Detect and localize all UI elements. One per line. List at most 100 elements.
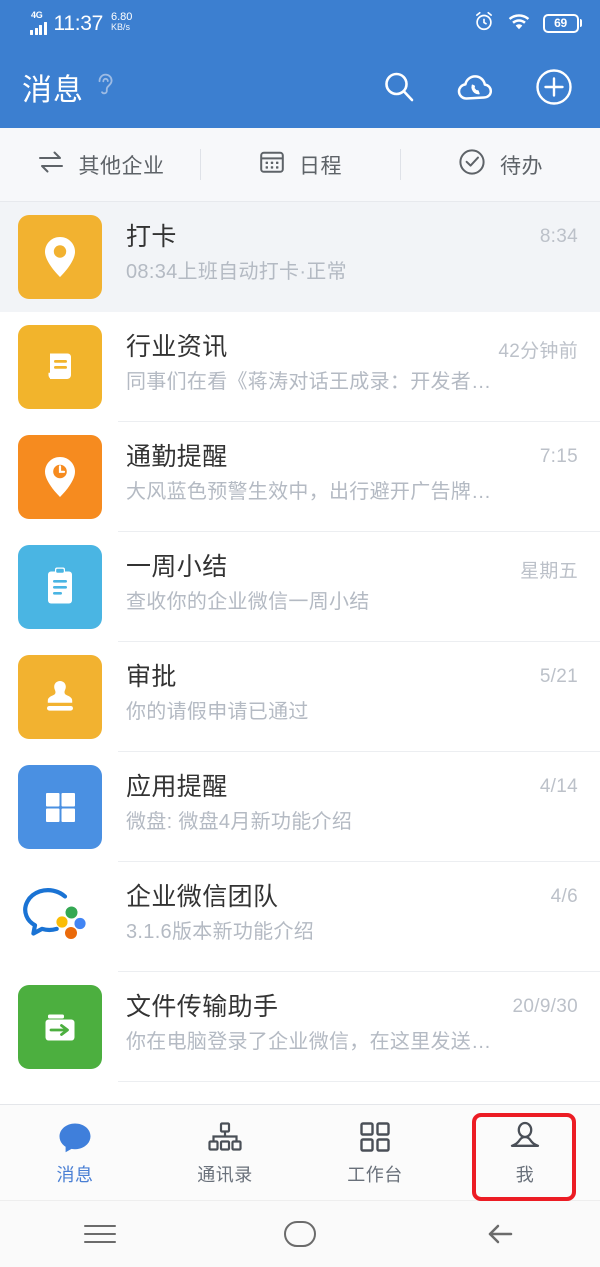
tab-contacts[interactable]: 通讯录	[150, 1105, 300, 1200]
message-subtitle: 3.1.6版本新功能介绍	[126, 921, 315, 943]
tab-me[interactable]: 我	[450, 1105, 600, 1200]
message-subtitle: 查收你的企业微信一周小结	[126, 591, 370, 613]
message-title: 应用提醒	[126, 773, 228, 801]
message-text-group: 一周小结 查收你的企业微信一周小结	[102, 532, 520, 614]
header-actions	[380, 67, 574, 107]
network-speed-value: 6.80	[111, 11, 133, 23]
tab-label: 我	[515, 1165, 535, 1185]
message-text-group: 企业微信团队 3.1.6版本新功能介绍	[102, 862, 551, 944]
tab-label: 工作台	[347, 1165, 403, 1185]
message-subtitle: 大风蓝色预警生效中，出行避开广告牌…	[126, 481, 492, 503]
message-title: 审批	[126, 663, 177, 691]
message-title: 企业微信团队	[126, 883, 279, 911]
phone-screen: 4G 11:37 6.80 KB/s 69 消息 其他企业 日程 待办 打卡 0…	[0, 0, 600, 1267]
tab-workbench[interactable]: 工作台	[300, 1105, 450, 1200]
quick-tab-todo[interactable]: 待办	[400, 128, 600, 201]
message-subtitle: 08:34上班自动打卡·正常	[126, 261, 347, 283]
tab-label: 通讯录	[197, 1165, 253, 1185]
status-bar-left: 4G 11:37 6.80 KB/s	[30, 11, 132, 35]
bottom-tab-bar: 消息 通讯录 工作台 我	[0, 1104, 600, 1201]
message-title: 行业资讯	[126, 333, 228, 361]
message-subtitle: 微盘: 微盘4月新功能介绍	[126, 811, 353, 833]
status-bar: 4G 11:37 6.80 KB/s 69	[0, 0, 600, 46]
battery-level-label: 69	[542, 13, 579, 33]
app-header: 消息	[0, 46, 600, 128]
network-speed-unit: KB/s	[111, 22, 131, 32]
message-timestamp: 4/14	[539, 776, 578, 797]
message-timestamp: 4/6	[550, 886, 578, 907]
message-row-industry-news[interactable]: 行业资讯 同事们在看《蒋涛对话王成录：开发者… 42分钟前	[0, 312, 600, 422]
message-title: 通勤提醒	[126, 443, 228, 471]
home-pill-shape	[284, 1221, 316, 1247]
message-row-wecom-team[interactable]: 企业微信团队 3.1.6版本新功能介绍 4/6	[0, 862, 600, 972]
status-bar-clock: 11:37	[53, 11, 104, 35]
message-title: 文件传输助手	[126, 993, 279, 1021]
person-icon	[507, 1118, 543, 1154]
stamp-icon	[18, 655, 102, 739]
chat-bubble-icon	[57, 1118, 93, 1154]
quick-tab-schedule[interactable]: 日程	[200, 128, 400, 201]
message-row-app-reminder[interactable]: 应用提醒 微盘: 微盘4月新功能介绍 4/14	[0, 752, 600, 862]
cloud-call-icon[interactable]	[455, 68, 497, 106]
status-bar-right: 69	[473, 10, 582, 37]
hamburger-lines	[84, 1224, 116, 1244]
message-text-group: 应用提醒 微盘: 微盘4月新功能介绍	[102, 752, 540, 834]
check-circle-icon	[457, 147, 487, 182]
clipboard-icon	[18, 545, 102, 629]
message-text-group: 行业资讯 同事们在看《蒋涛对话王成录：开发者…	[102, 312, 498, 394]
message-subtitle: 同事们在看《蒋涛对话王成录：开发者…	[126, 371, 492, 393]
message-text-group: 打卡 08:34上班自动打卡·正常	[102, 202, 540, 284]
message-text-group: 审批 你的请假申请已通过	[102, 642, 540, 724]
message-row-approval[interactable]: 审批 你的请假申请已通过 5/21	[0, 642, 600, 752]
tab-label: 消息	[56, 1165, 94, 1185]
android-navigation-bar	[0, 1200, 600, 1267]
cellular-signal-icon: 4G	[30, 11, 47, 35]
switch-arrows-icon	[36, 149, 66, 180]
battery-indicator: 69	[542, 13, 582, 33]
quick-tab-label: 其他企业	[78, 154, 165, 178]
wifi-icon	[507, 11, 531, 36]
message-row-weekly-summary[interactable]: 一周小结 查收你的企业微信一周小结 星期五	[0, 532, 600, 642]
message-timestamp: 42分钟前	[498, 341, 578, 362]
message-list: 打卡 08:34上班自动打卡·正常 8:34 行业资讯 同事们在看《蒋涛对话王成…	[0, 202, 600, 1104]
file-transfer-folder-icon	[18, 985, 102, 1069]
message-title: 一周小结	[126, 553, 228, 581]
signal-bars-icon	[30, 22, 47, 35]
message-subtitle: 你在电脑登录了企业微信，在这里发送…	[126, 1031, 492, 1053]
quick-tab-label: 日程	[299, 154, 342, 178]
plus-circle-icon[interactable]	[534, 67, 574, 107]
row-separator	[118, 1081, 600, 1082]
message-row-checkin[interactable]: 打卡 08:34上班自动打卡·正常 8:34	[0, 202, 600, 312]
message-title: 打卡	[126, 223, 177, 251]
ear-icon	[94, 72, 116, 103]
message-row-file-transfer[interactable]: 文件传输助手 你在电脑登录了企业微信，在这里发送… 20/9/30	[0, 972, 600, 1082]
message-timestamp: 20/9/30	[512, 996, 578, 1017]
message-timestamp: 5/21	[539, 666, 578, 687]
quick-tab-other-enterprise[interactable]: 其他企业	[0, 128, 200, 201]
quick-access-tabs: 其他企业 日程 待办	[0, 128, 600, 202]
search-icon[interactable]	[380, 68, 418, 106]
header-title-group: 消息	[22, 65, 116, 109]
network-speed: 6.80 KB/s	[111, 11, 133, 33]
network-type-label: 4G	[31, 10, 43, 20]
message-timestamp: 星期五	[520, 561, 578, 582]
quick-tab-label: 待办	[500, 154, 543, 178]
grid-apps-icon	[18, 765, 102, 849]
message-text-group: 文件传输助手 你在电脑登录了企业微信，在这里发送…	[102, 972, 513, 1054]
message-row-commute-reminder[interactable]: 通勤提醒 大风蓝色预警生效中，出行避开广告牌… 7:15	[0, 422, 600, 532]
alarm-clock-icon	[473, 10, 495, 37]
message-timestamp: 8:34	[539, 226, 578, 247]
org-tree-icon	[206, 1118, 244, 1154]
tab-messages[interactable]: 消息	[0, 1105, 150, 1200]
home-icon[interactable]	[200, 1221, 400, 1247]
message-subtitle: 你的请假申请已通过	[126, 701, 309, 723]
menu-icon[interactable]	[0, 1224, 200, 1244]
battery-cap	[579, 19, 582, 27]
news-document-icon	[18, 325, 102, 409]
message-timestamp: 7:15	[539, 446, 578, 467]
calendar-icon	[258, 148, 286, 181]
clock-pin-icon	[18, 435, 102, 519]
workbench-grid-icon	[358, 1118, 392, 1154]
page-title: 消息	[22, 74, 84, 107]
back-arrow-icon[interactable]	[400, 1220, 600, 1248]
